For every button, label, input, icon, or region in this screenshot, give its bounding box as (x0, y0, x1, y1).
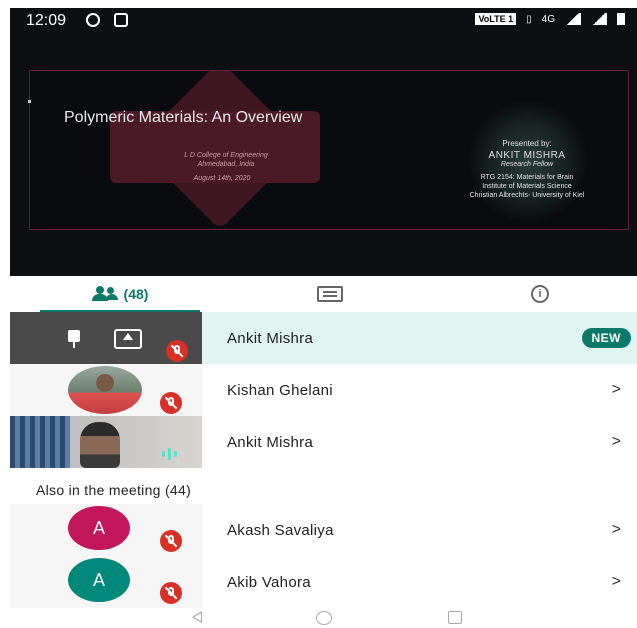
video-feed (80, 422, 120, 468)
shared-slide: Polymeric Materials: An Overview L D Col… (29, 70, 629, 230)
presenter-name: ANKIT MISHRA (488, 150, 566, 161)
mic-off-icon (160, 392, 182, 414)
status-bar: 12:09 VoLTE 1 ▯ 4G (10, 8, 637, 34)
participant-name: Kishan Ghelani (227, 381, 333, 399)
new-badge: NEW (581, 328, 631, 348)
participant-name: Akib Vahora (227, 573, 311, 591)
slide-presenter-block: Presented by: ANKIT MISHRA Research Fell… (442, 139, 612, 200)
slide-title: Polymeric Materials: An Overview (64, 109, 303, 126)
participant-tile: A (10, 504, 202, 556)
avatar: A (68, 506, 130, 550)
participant-row[interactable]: Ankit Mishra > (10, 416, 637, 468)
presented-by-label: Presented by: (502, 139, 552, 148)
home-icon[interactable] (316, 611, 332, 625)
mic-off-icon (160, 582, 182, 604)
chat-icon (317, 286, 343, 302)
slide-line-3: Christian Albrechts- University of Kiel (469, 192, 585, 199)
chevron-right-icon: > (611, 433, 621, 450)
participant-row[interactable]: Ankit Mishra NEW (10, 312, 637, 364)
slide-line-2: Institute of Materials Science (482, 183, 572, 190)
tab-people[interactable]: (48) (40, 276, 200, 313)
clock: 12:09 (26, 12, 67, 29)
slide-date: August 14th, 2020 (193, 175, 251, 182)
vibrate-icon: ▯ (526, 13, 532, 25)
people-icon (91, 286, 118, 302)
mic-off-icon (160, 530, 182, 552)
participant-tile (10, 364, 202, 416)
speaking-indicator-icon (162, 448, 177, 460)
participant-row[interactable]: A Akib Vahora > (10, 556, 637, 608)
message-icon (114, 13, 128, 27)
signal-icon-2 (591, 13, 607, 25)
participant-name: Ankit Mishra (227, 329, 314, 347)
slide-line-1: RTG 2154: Materials for Brain (480, 174, 574, 181)
whatsapp-icon (86, 13, 100, 27)
back-icon[interactable] (192, 611, 202, 623)
slide-college: L D College of Engineering Ahmedabad, In… (184, 152, 268, 168)
participant-name: Akash Savaliya (227, 521, 334, 539)
meet-app: 12:09 VoLTE 1 ▯ 4G Polymeric Materials: … (10, 8, 637, 608)
chevron-right-icon: > (611, 381, 621, 398)
recents-icon[interactable] (448, 611, 462, 624)
presenter-role: Research Fellow (500, 161, 554, 168)
mic-off-icon (166, 340, 188, 362)
network-type: 4G (541, 13, 555, 25)
avatar (68, 366, 142, 414)
chevron-right-icon: > (611, 521, 621, 538)
volte-badge: VoLTE 1 (475, 13, 517, 25)
system-nav-bar (0, 608, 637, 628)
participant-name: Ankit Mishra (227, 433, 314, 451)
participant-tile: A (10, 556, 202, 608)
signal-icon (565, 13, 581, 25)
presentation-area: 12:09 VoLTE 1 ▯ 4G Polymeric Materials: … (10, 8, 637, 276)
tab-bar: (48) i (10, 276, 637, 313)
cursor-dot (28, 100, 31, 103)
participant-row[interactable]: A Akash Savaliya > (10, 504, 637, 556)
pin-icon[interactable] (68, 330, 80, 348)
tab-chat[interactable] (300, 276, 360, 312)
people-count: (48) (123, 286, 149, 302)
chevron-right-icon: > (611, 573, 621, 590)
tab-info[interactable]: i (510, 276, 570, 312)
participant-row[interactable]: Kishan Ghelani > (10, 364, 637, 416)
info-icon: i (531, 285, 549, 303)
presenting-icon (114, 329, 142, 349)
participant-video (10, 416, 202, 468)
battery-icon (617, 13, 625, 25)
also-in-meeting-header: Also in the meeting (44) (36, 482, 192, 498)
participant-tile (10, 312, 202, 364)
avatar: A (68, 558, 130, 602)
